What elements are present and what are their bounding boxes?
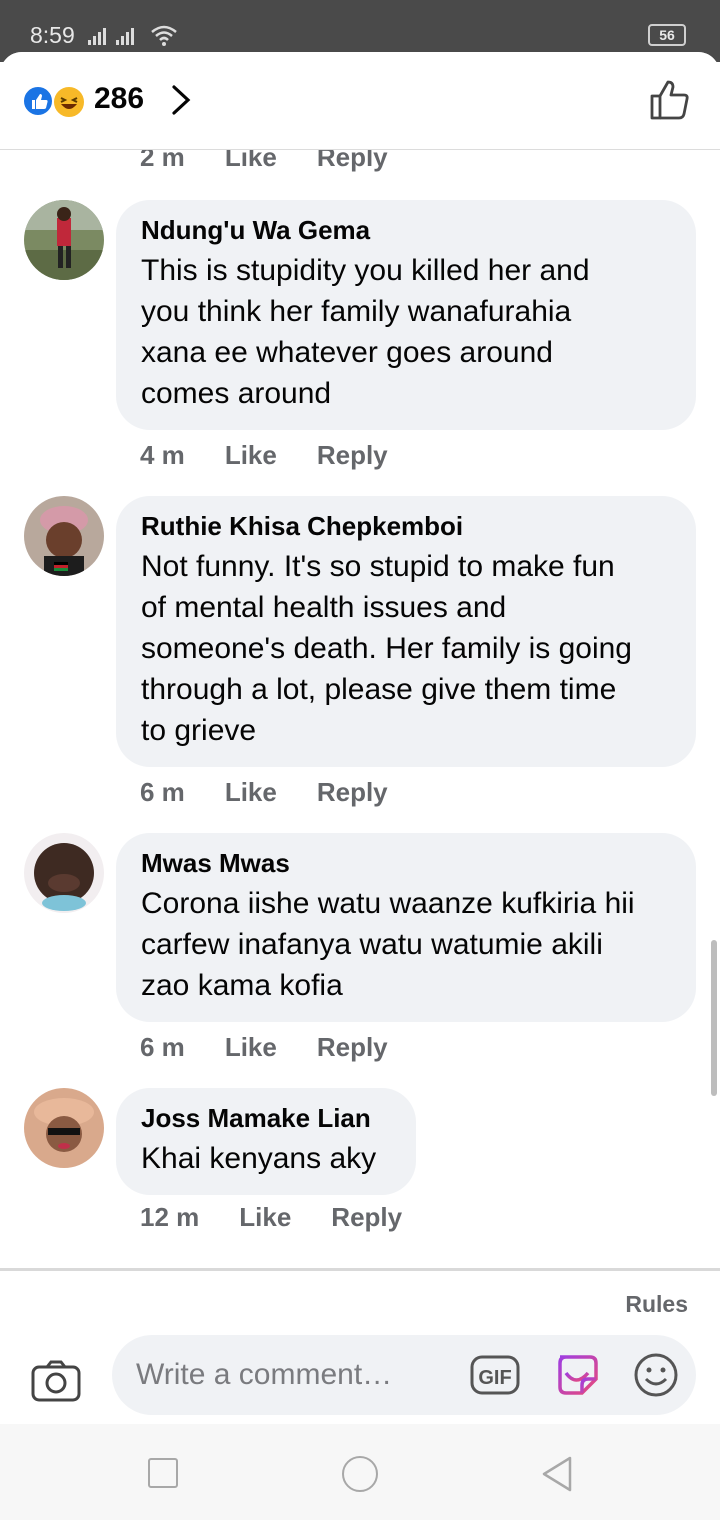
scrollbar[interactable] bbox=[711, 940, 717, 1096]
like-link[interactable]: Like bbox=[225, 777, 277, 808]
avatar[interactable] bbox=[24, 1088, 104, 1168]
reply-link[interactable]: Reply bbox=[317, 440, 388, 471]
gif-label: GIF bbox=[478, 1367, 511, 1389]
comment-meta: 6 m Like Reply bbox=[140, 777, 388, 808]
reactions-header[interactable]: 286 bbox=[0, 52, 720, 150]
reply-link[interactable]: Reply bbox=[317, 1032, 388, 1063]
avatar[interactable] bbox=[24, 496, 104, 576]
like-link[interactable]: Like bbox=[225, 1032, 277, 1063]
comment-author[interactable]: Ndung'u Wa Gema bbox=[141, 214, 672, 246]
recents-button[interactable] bbox=[148, 1458, 178, 1488]
reply-link[interactable]: Reply bbox=[317, 777, 388, 808]
reply-link[interactable]: Reply bbox=[317, 150, 388, 173]
reaction-count: 286 bbox=[94, 82, 145, 115]
comment-meta: 2 m Like Reply bbox=[140, 150, 388, 173]
status-time: 8:59 bbox=[30, 22, 75, 48]
signal-icons bbox=[88, 24, 178, 46]
back-button[interactable] bbox=[538, 1454, 574, 1494]
wifi-icon bbox=[151, 25, 177, 46]
comment-text: This is stupidity you killed her and you… bbox=[141, 254, 590, 410]
reply-link[interactable]: Reply bbox=[331, 1202, 402, 1233]
comment-bubble: Ndung'u Wa Gema This is stupidity you ki… bbox=[116, 200, 696, 430]
like-outline-icon[interactable] bbox=[648, 78, 692, 122]
comment-meta: 12 m Like Reply bbox=[140, 1202, 402, 1233]
like-link[interactable]: Like bbox=[239, 1202, 291, 1233]
comment-composer: Rules GIF bbox=[0, 1268, 720, 1428]
avatar[interactable] bbox=[24, 833, 104, 913]
comment-text: Not funny. It's so stupid to make fun of… bbox=[141, 550, 632, 747]
system-nav-bar bbox=[0, 1424, 720, 1520]
chevron-right-icon[interactable] bbox=[166, 82, 196, 118]
home-button[interactable] bbox=[342, 1456, 378, 1492]
comment-author[interactable]: Mwas Mwas bbox=[141, 847, 672, 879]
like-reaction-icon bbox=[22, 85, 54, 117]
gif-icon[interactable]: GIF bbox=[470, 1353, 520, 1397]
comment-time: 6 m bbox=[140, 1032, 185, 1062]
comment-time: 4 m bbox=[140, 440, 185, 470]
comment-bubble: Mwas Mwas Corona iishe watu waanze kufki… bbox=[116, 833, 696, 1022]
comment-input-box: GIF bbox=[112, 1335, 696, 1415]
comment-text: Corona iishe watu waanze kufkiria hii ca… bbox=[141, 887, 635, 1002]
like-link[interactable]: Like bbox=[225, 150, 277, 173]
sticker-icon[interactable] bbox=[552, 1351, 600, 1399]
comment-time: 6 m bbox=[140, 777, 185, 807]
comment-time: 2 m bbox=[140, 150, 185, 172]
like-link[interactable]: Like bbox=[225, 440, 277, 471]
haha-reaction-icon bbox=[52, 85, 86, 119]
comments-sheet: 286 2 m Like Reply Ndung'u Wa Gema This … bbox=[0, 52, 720, 1520]
avatar[interactable] bbox=[24, 200, 104, 280]
comment-bubble: Joss Mamake Lian Khai kenyans aky bbox=[116, 1088, 416, 1195]
comment-meta: 4 m Like Reply bbox=[140, 440, 388, 471]
comment-meta: 6 m Like Reply bbox=[140, 1032, 388, 1063]
comment-text: Khai kenyans aky bbox=[141, 1142, 377, 1175]
comments-list: 2 m Like Reply Ndung'u Wa Gema This is s… bbox=[0, 150, 720, 1268]
battery-icon: 56 bbox=[648, 24, 686, 46]
comment-bubble: Ruthie Khisa Chepkemboi Not funny. It's … bbox=[116, 496, 696, 767]
comment-author[interactable]: Ruthie Khisa Chepkemboi bbox=[141, 510, 672, 542]
comment-author[interactable]: Joss Mamake Lian bbox=[141, 1102, 392, 1134]
signal-icon bbox=[88, 28, 134, 45]
emoji-icon[interactable] bbox=[632, 1351, 680, 1399]
rules-link[interactable]: Rules bbox=[625, 1291, 688, 1318]
comment-input[interactable] bbox=[136, 1353, 466, 1397]
comment-time: 12 m bbox=[140, 1202, 200, 1232]
camera-icon[interactable] bbox=[30, 1359, 82, 1403]
